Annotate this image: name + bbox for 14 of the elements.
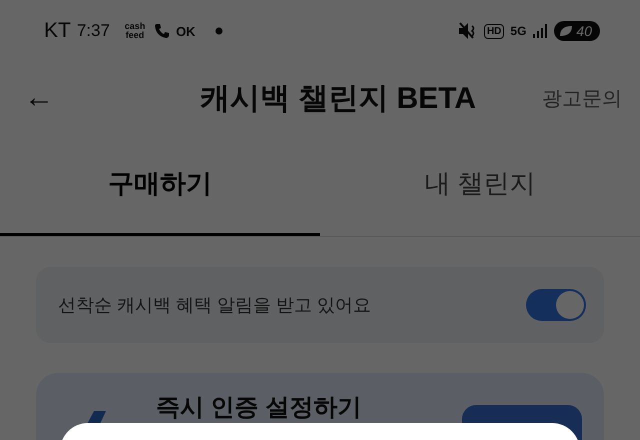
notification-label: cash feed [124, 22, 146, 40]
tab[interactable]: 구매하기 [0, 134, 320, 236]
ad-inquiry-link[interactable]: 광고문의 [522, 84, 622, 112]
notice-text: 선착순 캐시백 혜택 알림을 받고 있어요 [58, 294, 372, 317]
back-button[interactable]: ← [24, 81, 144, 115]
battery-indicator: 40 [554, 21, 600, 41]
notification-label: OK [176, 24, 196, 38]
carrier-name: KT [44, 19, 71, 43]
network-label: 5G [510, 24, 526, 38]
page-title: 캐시백 챌린지 BETA [198, 80, 478, 116]
tab[interactable]: 내 챌린지 [320, 134, 640, 236]
card-title: 즉시 인증 설정하기 [156, 395, 362, 421]
status-time: 7:37 [76, 21, 110, 41]
hd-badge: HD [484, 24, 504, 38]
